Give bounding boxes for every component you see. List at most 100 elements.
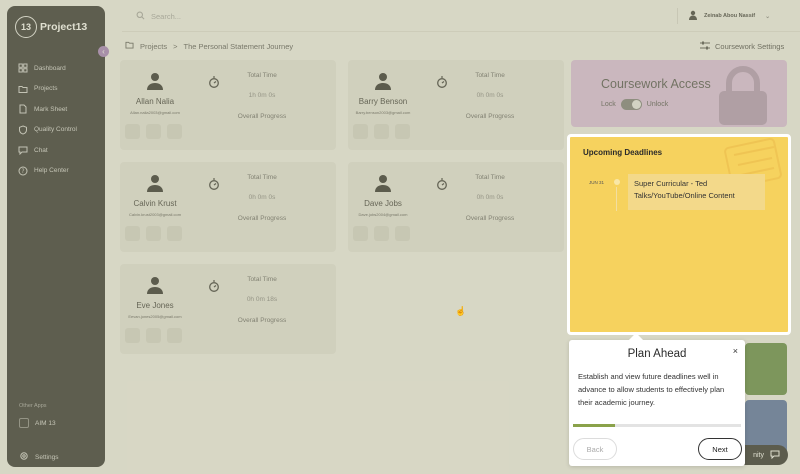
action-icon[interactable]: [125, 328, 140, 343]
shield-icon: [18, 125, 28, 135]
sidebar-item-dashboard[interactable]: Dashboard: [18, 58, 104, 79]
search-bar[interactable]: Search...: [136, 11, 181, 22]
total-time-label: Total Time: [475, 174, 505, 181]
deadline-item[interactable]: Super Curricular - Ted Talks/YouTube/Onl…: [628, 174, 765, 210]
overall-progress-label: Overall Progress: [465, 215, 515, 222]
lock-icon: [719, 66, 767, 125]
search-icon: [136, 11, 145, 22]
sidebar-item-label: Mark Sheet: [34, 105, 68, 113]
top-bar: Search... Zeinab Abou Nassif ⌄: [122, 0, 800, 32]
sidebar-item-label: Projects: [34, 85, 58, 93]
student-email: Allan.nalia2003@gmail.com: [130, 110, 180, 115]
action-icon[interactable]: [125, 226, 140, 241]
total-time-value: 0h 0m 0s: [476, 92, 504, 99]
user-name: Zeinab Abou Nassif: [704, 13, 756, 19]
search-input[interactable]: Search...: [151, 12, 181, 21]
stopwatch-icon: [209, 280, 219, 292]
action-icon[interactable]: [125, 124, 140, 139]
sidebar-item-quality-control[interactable]: Quality Control: [18, 120, 104, 141]
tour-progress-fill: [573, 424, 615, 427]
lock-toggle-row: Lock Unlock: [601, 99, 668, 110]
breadcrumb: Projects > The Personal Statement Journe…: [125, 41, 293, 51]
brand-name: Project13: [40, 21, 88, 33]
student-name: Dave Jobs: [364, 199, 402, 208]
app-link-aim13[interactable]: AIM 13: [19, 418, 56, 428]
student-email: Barry.benson2003@gmail.com: [355, 110, 411, 115]
student-email: Calvin.krust2003@gmail.com: [128, 212, 182, 217]
stopwatch-icon: [437, 178, 447, 190]
action-icon[interactable]: [167, 226, 182, 241]
person-icon: [147, 277, 163, 294]
action-icon[interactable]: [353, 226, 368, 241]
student-card[interactable]: Dave Jobs Dave.jobs2004@gmail.com Total …: [348, 162, 564, 252]
document-icon: [18, 104, 28, 114]
breadcrumb-projects[interactable]: Projects: [140, 42, 167, 51]
student-name: Allan Nalia: [135, 97, 175, 106]
back-button[interactable]: Back: [573, 438, 617, 460]
app-icon: [19, 418, 29, 428]
action-icon[interactable]: [395, 124, 410, 139]
action-icon[interactable]: [395, 226, 410, 241]
action-icon[interactable]: [167, 124, 182, 139]
card-actions: [125, 226, 182, 241]
chevron-down-icon: ⌄: [765, 13, 771, 20]
student-name: Calvin Krust: [133, 199, 177, 208]
collapse-sidebar-button[interactable]: ‹: [98, 46, 109, 57]
chevron-left-icon: ‹: [102, 46, 105, 56]
coursework-access-title: Coursework Access: [601, 77, 711, 91]
coursework-settings-label: Coursework Settings: [715, 42, 785, 51]
gear-icon: [19, 451, 29, 463]
card-actions: [353, 124, 410, 139]
student-name: Barry Benson: [358, 97, 408, 106]
action-icon[interactable]: [374, 226, 389, 241]
sidebar-item-mark-sheet[interactable]: Mark Sheet: [18, 99, 104, 120]
coursework-settings-button[interactable]: Coursework Settings: [700, 41, 784, 52]
logo-mark: 13: [15, 16, 37, 38]
action-icon[interactable]: [146, 328, 161, 343]
student-card[interactable]: Calvin Krust Calvin.krust2003@gmail.com …: [120, 162, 336, 252]
action-icon[interactable]: [353, 124, 368, 139]
card-actions: [125, 124, 182, 139]
student-card[interactable]: Barry Benson Barry.benson2003@gmail.com …: [348, 60, 564, 150]
student-card[interactable]: Eve Jones Eevan.jones2005@gmail.com Tota…: [120, 264, 336, 354]
close-button[interactable]: ×: [733, 346, 738, 356]
sidebar-item-help-center[interactable]: ? Help Center: [18, 161, 104, 182]
action-icon[interactable]: [167, 328, 182, 343]
person-icon: [147, 73, 163, 90]
sidebar-item-projects[interactable]: Projects: [18, 79, 104, 100]
card-actions: [353, 226, 410, 241]
total-time-label: Total Time: [247, 276, 277, 283]
action-icon[interactable]: [374, 124, 389, 139]
help-icon: ?: [18, 166, 28, 176]
sidebar-item-settings[interactable]: Settings: [19, 451, 59, 463]
upcoming-deadlines-panel: Upcoming Deadlines JUN 31 Super Curricul…: [567, 134, 791, 335]
person-icon: [375, 175, 391, 192]
user-icon: [688, 10, 698, 22]
other-apps-heading: Other Apps: [19, 403, 47, 409]
popover-arrow: [628, 332, 644, 348]
tour-body: Establish and view future deadlines well…: [578, 372, 725, 407]
user-menu[interactable]: Zeinab Abou Nassif ⌄: [688, 10, 770, 22]
sidebar-item-label: Help Center: [34, 167, 69, 175]
lock-toggle[interactable]: [620, 99, 642, 110]
action-icon[interactable]: [146, 226, 161, 241]
logo[interactable]: 13 Project13: [15, 16, 87, 38]
overall-progress-label: Overall Progress: [237, 317, 287, 324]
sidebar-item-chat[interactable]: Chat: [18, 140, 104, 161]
overall-progress-label: Overall Progress: [237, 113, 287, 120]
tour-popover: Plan Ahead × Establish and view future d…: [569, 332, 745, 466]
total-time-label: Total Time: [475, 72, 505, 79]
breadcrumb-separator: >: [173, 41, 178, 51]
person-icon: [147, 175, 163, 192]
student-email: Dave.jobs2004@gmail.com: [358, 212, 408, 217]
action-icon[interactable]: [146, 124, 161, 139]
tour-title: Plan Ahead: [627, 348, 687, 360]
stopwatch-icon: [209, 178, 219, 190]
chat-icon: [18, 145, 28, 156]
total-time-value: 0h 0m 0s: [248, 194, 276, 201]
next-button[interactable]: Next: [698, 438, 742, 460]
chat-icon: [770, 450, 780, 461]
student-card[interactable]: Allan Nalia Allan.nalia2003@gmail.com To…: [120, 60, 336, 150]
total-time-value: 0h 0m 18s: [246, 296, 278, 303]
sidebar: 13 Project13 ‹ Dashboard Projects Mark S…: [7, 6, 109, 467]
